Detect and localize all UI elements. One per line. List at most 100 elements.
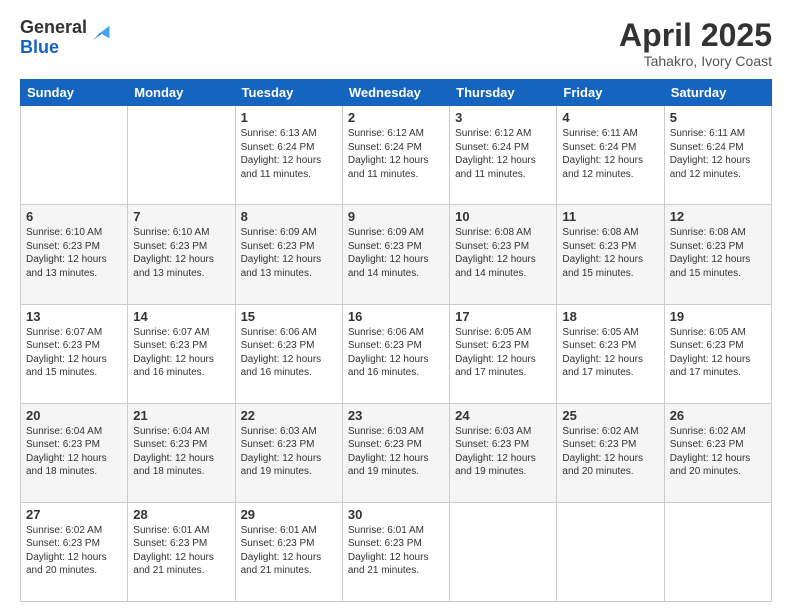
- day-info: Sunrise: 6:12 AMSunset: 6:24 PMDaylight:…: [455, 128, 536, 180]
- day-info: Sunrise: 6:03 AMSunset: 6:23 PMDaylight:…: [455, 426, 536, 478]
- day-number: 18: [562, 309, 658, 324]
- day-cell-15: 15 Sunrise: 6:06 AMSunset: 6:23 PMDayligh…: [235, 304, 342, 403]
- day-cell-20: 20 Sunrise: 6:04 AMSunset: 6:23 PMDayligh…: [21, 403, 128, 502]
- day-number: 2: [348, 110, 444, 125]
- day-number: 22: [241, 408, 337, 423]
- day-cell-18: 18Sunrise: 6:05 AMSunset: 6:23 PMDayligh…: [557, 304, 664, 403]
- day-cell-7: 7 Sunrise: 6:10 AMSunset: 6:23 PMDaylight…: [128, 205, 235, 304]
- day-number: 19: [670, 309, 766, 324]
- week-row-3: 13 Sunrise: 6:07 AMSunset: 6:23 PMDayligh…: [21, 304, 772, 403]
- day-info: Sunrise: 6:06 AMSunset: 6:23 PMDaylight:…: [241, 327, 322, 379]
- day-info: Sunrise: 6:06 AMSunset: 6:23 PMDaylight:…: [348, 327, 429, 379]
- week-row-1: 1 Sunrise: 6:13 AMSunset: 6:24 PMDaylight…: [21, 106, 772, 205]
- day-info: Sunrise: 6:01 AMSunset: 6:23 PMDaylight:…: [133, 525, 214, 577]
- title-block: April 2025 Tahakro, Ivory Coast: [619, 18, 772, 69]
- logo-icon: [89, 22, 111, 44]
- day-cell-4: 4Sunrise: 6:11 AMSunset: 6:24 PMDaylight…: [557, 106, 664, 205]
- day-info: Sunrise: 6:10 AMSunset: 6:23 PMDaylight:…: [26, 227, 107, 279]
- logo-general: General: [20, 18, 87, 38]
- day-number: 3: [455, 110, 551, 125]
- day-info: Sunrise: 6:11 AMSunset: 6:24 PMDaylight:…: [562, 128, 643, 180]
- empty-cell-w4-d5: [557, 502, 664, 601]
- day-info: Sunrise: 6:03 AMSunset: 6:23 PMDaylight:…: [241, 426, 322, 478]
- day-info: Sunrise: 6:09 AMSunset: 6:23 PMDaylight:…: [241, 227, 322, 279]
- col-monday: Monday: [128, 80, 235, 106]
- col-sunday: Sunday: [21, 80, 128, 106]
- day-info: Sunrise: 6:02 AMSunset: 6:23 PMDaylight:…: [26, 525, 107, 577]
- day-info: Sunrise: 6:08 AMSunset: 6:23 PMDaylight:…: [562, 227, 643, 279]
- day-cell-8: 8Sunrise: 6:09 AMSunset: 6:23 PMDaylight…: [235, 205, 342, 304]
- day-info: Sunrise: 6:12 AMSunset: 6:24 PMDaylight:…: [348, 128, 429, 180]
- day-number: 16: [348, 309, 444, 324]
- day-number: 27: [26, 507, 122, 522]
- logo-blue: Blue: [20, 38, 87, 58]
- day-cell-28: 28Sunrise: 6:01 AMSunset: 6:23 PMDayligh…: [128, 502, 235, 601]
- day-info: Sunrise: 6:04 AMSunset: 6:23 PMDaylight:…: [133, 426, 214, 478]
- day-cell-17: 17Sunrise: 6:05 AMSunset: 6:23 PMDayligh…: [450, 304, 557, 403]
- day-cell-30: 30Sunrise: 6:01 AMSunset: 6:23 PMDayligh…: [342, 502, 449, 601]
- day-cell-16: 16 Sunrise: 6:06 AMSunset: 6:23 PMDayligh…: [342, 304, 449, 403]
- day-info: Sunrise: 6:04 AMSunset: 6:23 PMDaylight:…: [26, 426, 107, 478]
- header: General Blue April 2025 Tahakro, Ivory C…: [20, 18, 772, 69]
- day-info: Sunrise: 6:08 AMSunset: 6:23 PMDaylight:…: [670, 227, 751, 279]
- day-number: 5: [670, 110, 766, 125]
- day-cell-23: 23 Sunrise: 6:03 AMSunset: 6:23 PMDayligh…: [342, 403, 449, 502]
- day-cell-9: 9Sunrise: 6:09 AMSunset: 6:23 PMDaylight…: [342, 205, 449, 304]
- day-number: 26: [670, 408, 766, 423]
- day-number: 11: [562, 209, 658, 224]
- day-cell-6: 6 Sunrise: 6:10 AMSunset: 6:23 PMDaylight…: [21, 205, 128, 304]
- weekday-header-row: Sunday Monday Tuesday Wednesday Thursday…: [21, 80, 772, 106]
- day-info: Sunrise: 6:10 AMSunset: 6:23 PMDaylight:…: [133, 227, 214, 279]
- day-info: Sunrise: 6:03 AMSunset: 6:23 PMDaylight:…: [348, 426, 429, 478]
- day-cell-1: 1 Sunrise: 6:13 AMSunset: 6:24 PMDaylight…: [235, 106, 342, 205]
- day-number: 30: [348, 507, 444, 522]
- day-cell-12: 12 Sunrise: 6:08 AMSunset: 6:23 PMDayligh…: [664, 205, 771, 304]
- day-info: Sunrise: 6:07 AMSunset: 6:23 PMDaylight:…: [26, 327, 107, 379]
- day-number: 29: [241, 507, 337, 522]
- day-info: Sunrise: 6:11 AMSunset: 6:24 PMDaylight:…: [670, 128, 751, 180]
- day-number: 7: [133, 209, 229, 224]
- day-cell-26: 26Sunrise: 6:02 AMSunset: 6:23 PMDayligh…: [664, 403, 771, 502]
- empty-cell-w4-d6: [664, 502, 771, 601]
- day-cell-25: 25Sunrise: 6:02 AMSunset: 6:23 PMDayligh…: [557, 403, 664, 502]
- day-cell-11: 11 Sunrise: 6:08 AMSunset: 6:23 PMDayligh…: [557, 205, 664, 304]
- day-number: 13: [26, 309, 122, 324]
- day-info: Sunrise: 6:13 AMSunset: 6:24 PMDaylight:…: [241, 128, 322, 180]
- day-info: Sunrise: 6:02 AMSunset: 6:23 PMDaylight:…: [562, 426, 643, 478]
- day-cell-29: 29 Sunrise: 6:01 AMSunset: 6:23 PMDayligh…: [235, 502, 342, 601]
- day-number: 12: [670, 209, 766, 224]
- day-number: 14: [133, 309, 229, 324]
- day-number: 21: [133, 408, 229, 423]
- day-cell-19: 19 Sunrise: 6:05 AMSunset: 6:23 PMDayligh…: [664, 304, 771, 403]
- day-info: Sunrise: 6:07 AMSunset: 6:23 PMDaylight:…: [133, 327, 214, 379]
- col-wednesday: Wednesday: [342, 80, 449, 106]
- empty-cell-w0-d0: [21, 106, 128, 205]
- day-number: 20: [26, 408, 122, 423]
- col-tuesday: Tuesday: [235, 80, 342, 106]
- empty-cell-w4-d4: [450, 502, 557, 601]
- week-row-4: 20 Sunrise: 6:04 AMSunset: 6:23 PMDayligh…: [21, 403, 772, 502]
- day-cell-24: 24 Sunrise: 6:03 AMSunset: 6:23 PMDayligh…: [450, 403, 557, 502]
- day-number: 17: [455, 309, 551, 324]
- day-info: Sunrise: 6:01 AMSunset: 6:23 PMDaylight:…: [241, 525, 322, 577]
- col-saturday: Saturday: [664, 80, 771, 106]
- day-cell-10: 10Sunrise: 6:08 AMSunset: 6:23 PMDayligh…: [450, 205, 557, 304]
- day-info: Sunrise: 6:08 AMSunset: 6:23 PMDaylight:…: [455, 227, 536, 279]
- week-row-2: 6 Sunrise: 6:10 AMSunset: 6:23 PMDaylight…: [21, 205, 772, 304]
- day-number: 24: [455, 408, 551, 423]
- day-cell-5: 5 Sunrise: 6:11 AMSunset: 6:24 PMDaylight…: [664, 106, 771, 205]
- day-cell-27: 27 Sunrise: 6:02 AMSunset: 6:23 PMDayligh…: [21, 502, 128, 601]
- location-subtitle: Tahakro, Ivory Coast: [619, 53, 772, 69]
- col-friday: Friday: [557, 80, 664, 106]
- day-number: 1: [241, 110, 337, 125]
- day-number: 23: [348, 408, 444, 423]
- day-number: 9: [348, 209, 444, 224]
- month-title: April 2025: [619, 18, 772, 53]
- day-number: 6: [26, 209, 122, 224]
- day-number: 15: [241, 309, 337, 324]
- col-thursday: Thursday: [450, 80, 557, 106]
- day-cell-22: 22 Sunrise: 6:03 AMSunset: 6:23 PMDayligh…: [235, 403, 342, 502]
- logo: General Blue: [20, 18, 111, 58]
- day-info: Sunrise: 6:05 AMSunset: 6:23 PMDaylight:…: [670, 327, 751, 379]
- day-cell-3: 3 Sunrise: 6:12 AMSunset: 6:24 PMDaylight…: [450, 106, 557, 205]
